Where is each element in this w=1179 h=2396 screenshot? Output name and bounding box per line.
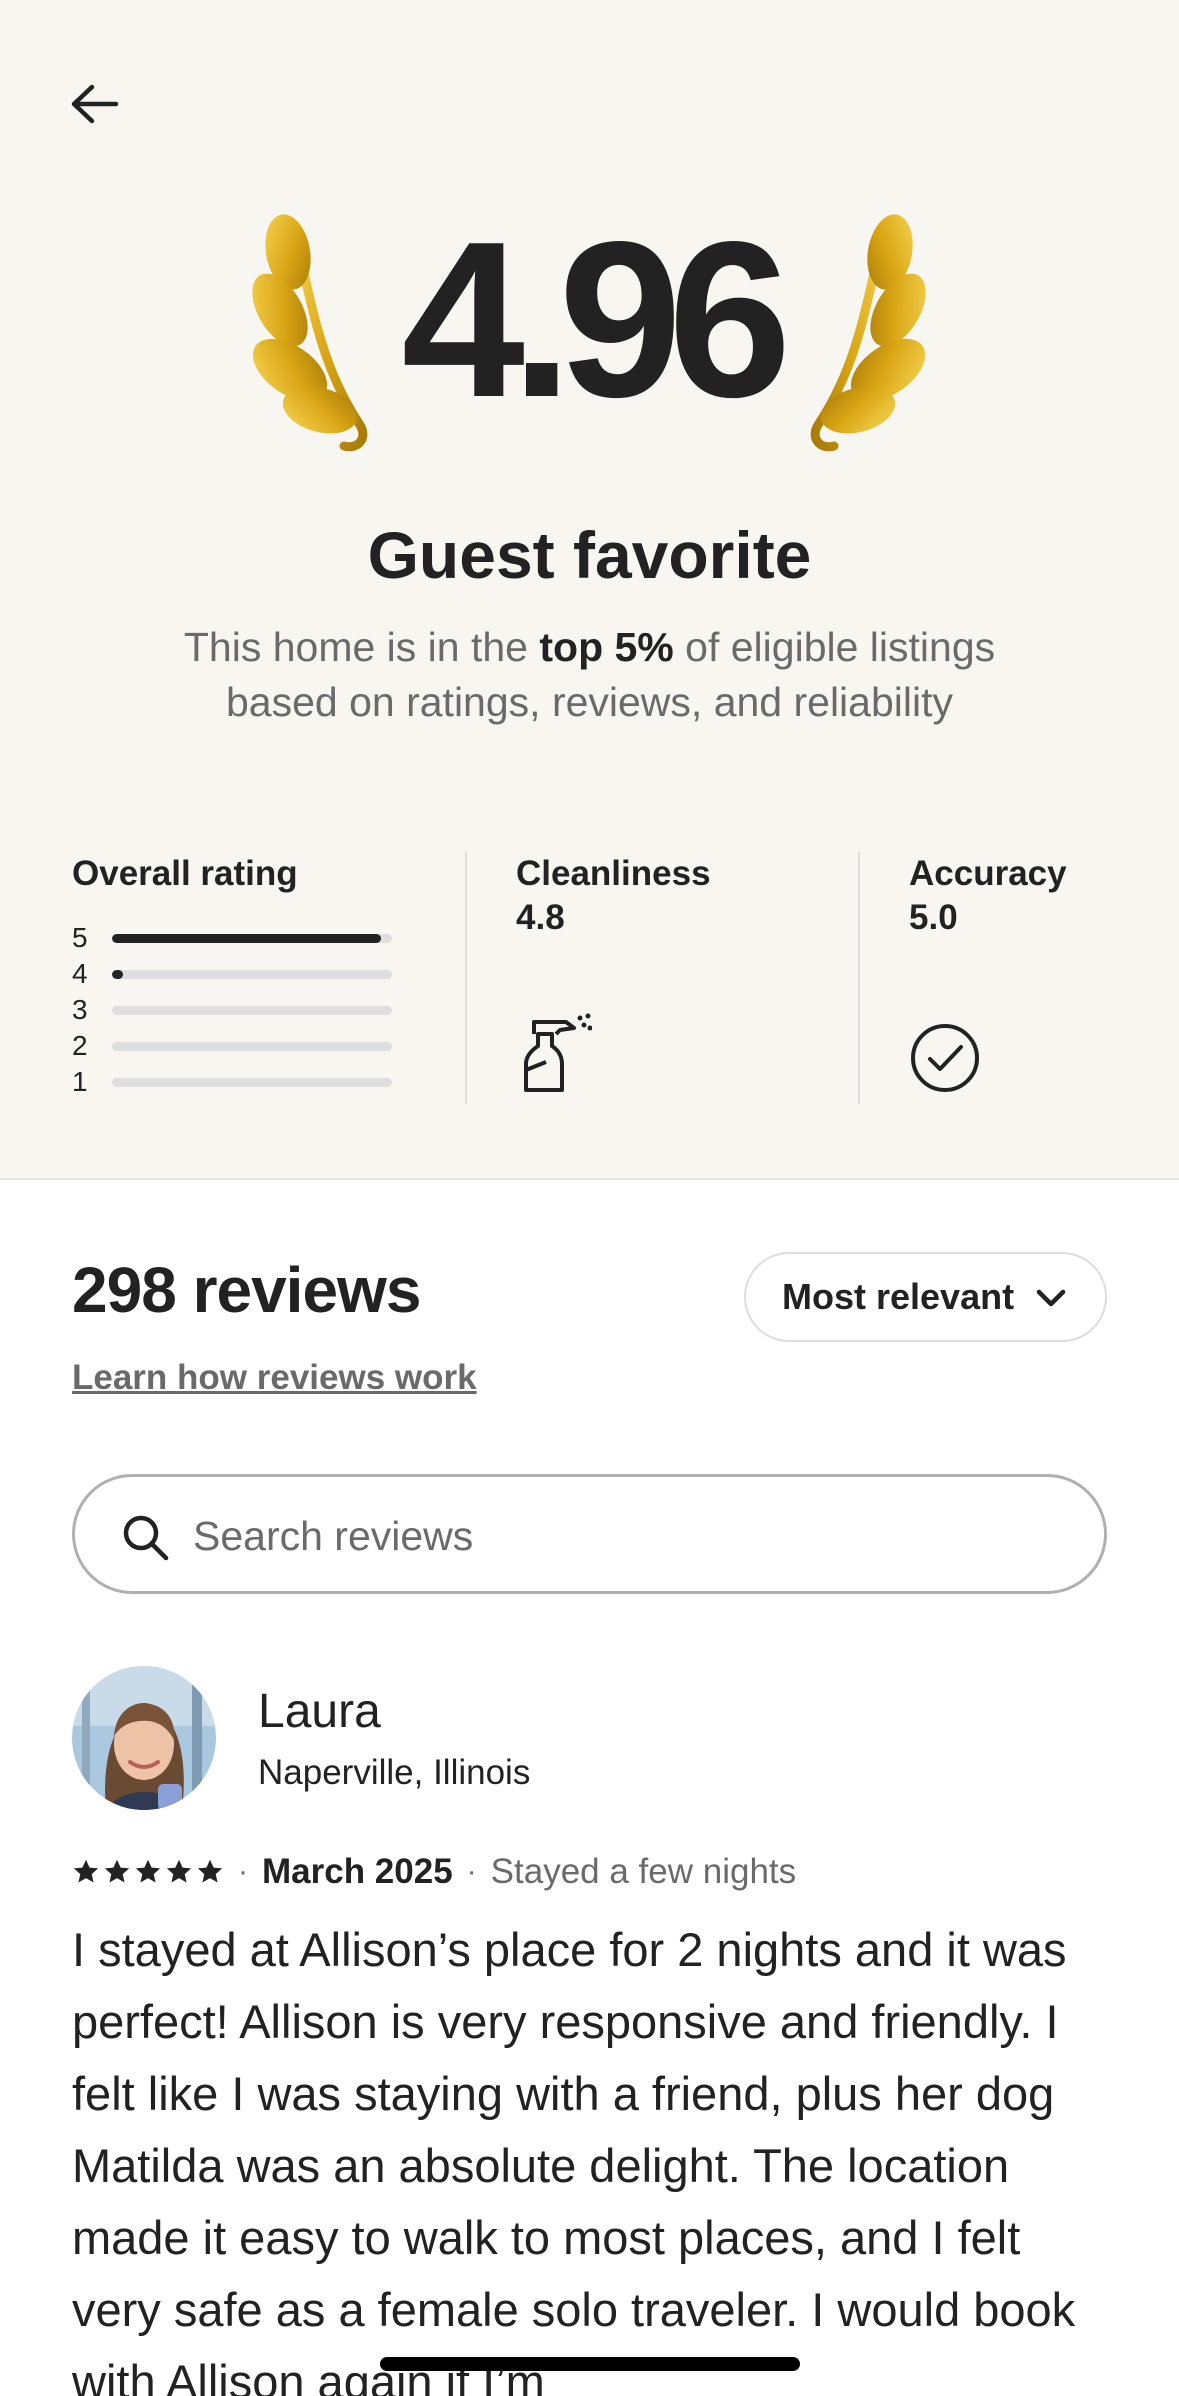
rating-distribution-track xyxy=(112,1006,392,1015)
reviewer-photo xyxy=(72,1666,216,1810)
rating-distribution-track xyxy=(112,934,392,943)
accuracy-stat: Accuracy 5.0 xyxy=(909,852,1159,1104)
separator-dot: · xyxy=(238,1855,248,1888)
rating-distribution-fill xyxy=(112,970,124,979)
sort-label: Most relevant xyxy=(782,1276,1015,1317)
rating-distribution-stars: 1 xyxy=(72,1066,88,1097)
reviewer-location: Naperville, Illinois xyxy=(258,1753,531,1792)
cleanliness-stat: Cleanliness 4.8 xyxy=(516,852,816,1104)
guest-favorite-title: Guest favorite xyxy=(367,518,812,592)
star-icon xyxy=(197,1859,223,1883)
search-reviews-input[interactable] xyxy=(193,1511,1073,1561)
search-reviews-field[interactable] xyxy=(72,1474,1107,1594)
rating-distribution-row: 2 xyxy=(72,1028,402,1064)
rating-distribution-track xyxy=(112,1078,392,1087)
accuracy-label: Accuracy xyxy=(909,854,1067,893)
separator-dot: · xyxy=(466,1855,477,1888)
star-icon xyxy=(73,1859,99,1883)
rating-distribution-fill xyxy=(112,934,381,943)
rating-stats: Overall rating 5 4 3 2 1 Cleanliness 4.8 Acc… xyxy=(0,852,1179,1104)
reviewer-avatar[interactable] xyxy=(72,1666,216,1810)
home-indicator[interactable] xyxy=(380,2357,800,2371)
stat-divider xyxy=(465,852,467,1104)
review-stay-length: Stayed a few nights xyxy=(490,1852,797,1891)
rating-distribution-track xyxy=(112,1042,392,1051)
guest-favorite-header: 4.96 Guest favorite This home is in the … xyxy=(0,0,1179,1180)
stat-divider xyxy=(858,852,860,1104)
reviewer-name: Laura xyxy=(258,1685,381,1738)
rating-distribution-stars: 3 xyxy=(72,994,88,1025)
overall-rating-value: 4.96 xyxy=(401,196,791,444)
cleanliness-label: Cleanliness xyxy=(516,854,711,893)
star-icon xyxy=(166,1859,192,1883)
review-date: March 2025 xyxy=(262,1852,453,1891)
star-icon xyxy=(104,1859,130,1883)
back-button[interactable] xyxy=(62,72,126,136)
review-star-rating xyxy=(72,1858,224,1886)
check-circle-icon xyxy=(911,1024,979,1092)
review-meta: · March 2025 · Stayed a few nights xyxy=(72,1850,796,1894)
guest-favorite-subtitle: This home is in the top 5% of eligible l… xyxy=(183,624,996,725)
arrow-left-icon xyxy=(71,84,118,124)
gold-laurel-icon xyxy=(810,214,926,452)
cleanliness-value: 4.8 xyxy=(516,898,565,937)
rating-distribution-stars: 4 xyxy=(72,958,88,989)
review-text: I stayed at Allison’s place for 2 nights… xyxy=(72,1923,1076,2396)
star-icon xyxy=(135,1859,161,1883)
rating-distribution-row: 1 xyxy=(72,1064,402,1100)
rating-distribution-row: 4 xyxy=(72,956,402,992)
learn-how-reviews-work-link[interactable]: Learn how reviews work xyxy=(72,1356,477,1400)
accuracy-value: 5.0 xyxy=(909,898,958,937)
rating-distribution-row: 3 xyxy=(72,992,402,1028)
search-icon xyxy=(123,1515,169,1561)
rating-distribution-stars: 5 xyxy=(72,922,88,953)
rating-distribution-track xyxy=(112,970,392,979)
chevron-down-icon xyxy=(1036,1289,1066,1307)
reviews-count-heading: 298 reviews xyxy=(72,1254,421,1326)
sort-reviews-button[interactable]: Most relevant xyxy=(744,1252,1107,1342)
rating-distribution-stars: 2 xyxy=(72,1030,88,1061)
overall-rating-label: Overall rating xyxy=(72,854,298,893)
rating-distribution-row: 5 xyxy=(72,920,402,956)
overall-rating-stat: Overall rating 5 4 3 2 1 xyxy=(72,852,402,1104)
spray-bottle-icon xyxy=(524,1013,592,1092)
